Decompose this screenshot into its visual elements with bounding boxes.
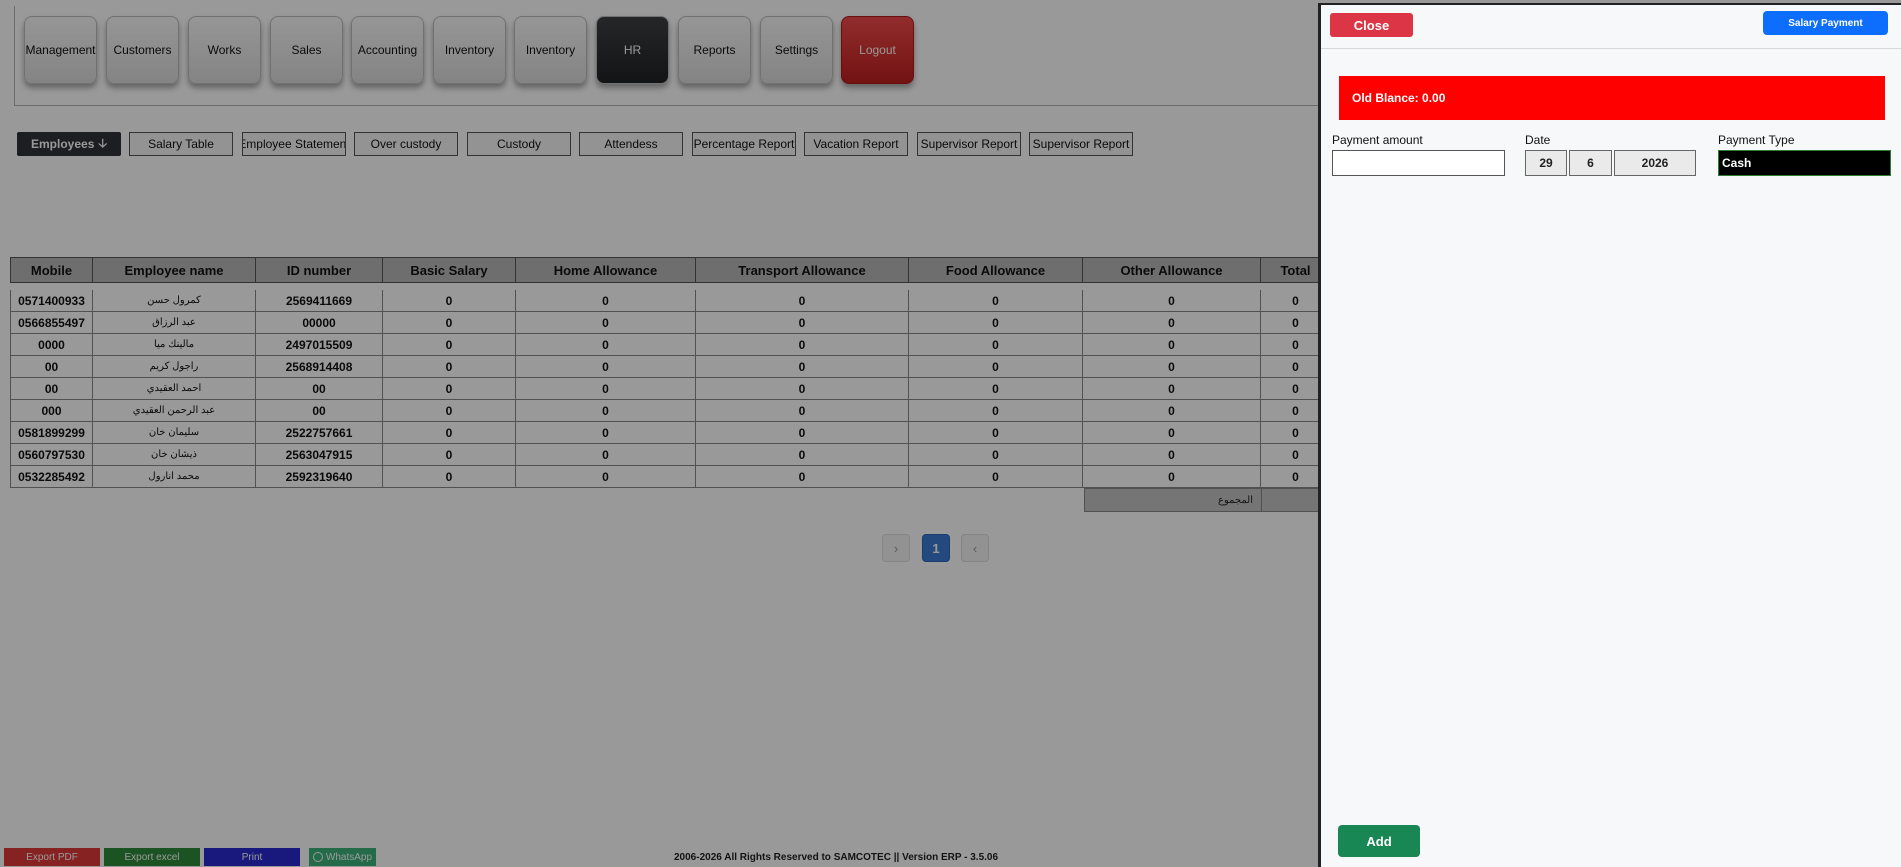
date-month-field[interactable]: 6 [1569, 150, 1612, 176]
payment-amount-label: Payment amount [1332, 133, 1423, 147]
payment-type-label: Payment Type [1718, 133, 1795, 147]
date-day-field[interactable]: 29 [1525, 150, 1567, 176]
payment-amount-input[interactable] [1332, 150, 1505, 176]
panel-header: Close Salary Payment [1321, 5, 1901, 49]
salary-payment-title-button[interactable]: Salary Payment [1763, 11, 1888, 35]
salary-payment-panel: Close Salary Payment Old Blance: 0.00 Pa… [1318, 3, 1901, 867]
date-label: Date [1525, 133, 1551, 147]
close-button[interactable]: Close [1330, 13, 1413, 37]
payment-type-select[interactable]: Cash [1718, 150, 1891, 176]
date-year-field[interactable]: 2026 [1614, 150, 1696, 176]
add-button[interactable]: Add [1338, 825, 1420, 857]
old-balance-banner: Old Blance: 0.00 [1339, 76, 1885, 120]
